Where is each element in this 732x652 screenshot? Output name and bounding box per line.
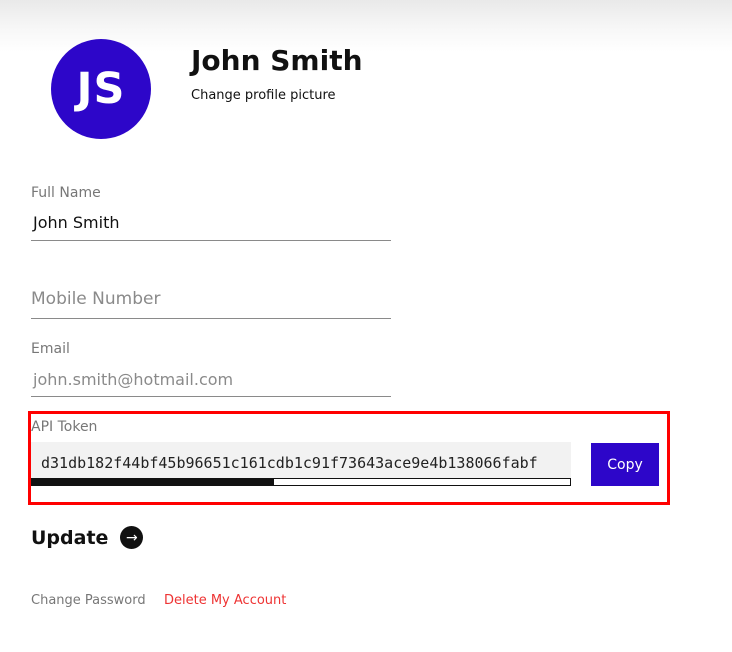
api-token-field[interactable]: d31db182f44bf45b96651c161cdb1c91f73643ac… (31, 442, 571, 478)
avatar[interactable]: JS (51, 39, 151, 139)
delete-account-link[interactable]: Delete My Account (164, 593, 286, 608)
api-token-scrollbar[interactable] (31, 478, 571, 486)
email-input[interactable]: john.smith@hotmail.com (33, 370, 389, 389)
avatar-initials: JS (76, 64, 126, 114)
arrow-right-icon: → (120, 526, 144, 549)
full-name-input[interactable]: John Smith (33, 213, 389, 232)
api-token-scrollbar-thumb[interactable] (32, 479, 275, 485)
mobile-number-underline (31, 318, 391, 319)
full-name-underline (31, 240, 391, 241)
full-name-label: Full Name (31, 185, 101, 201)
mobile-number-input[interactable]: Mobile Number (31, 289, 160, 309)
change-password-link[interactable]: Change Password (31, 593, 146, 608)
update-button[interactable]: Update → (31, 526, 144, 549)
api-token-label: API Token (31, 419, 98, 435)
update-label: Update (31, 526, 109, 549)
profile-name: John Smith (191, 44, 363, 77)
copy-button[interactable]: Copy (591, 443, 659, 486)
change-profile-picture-link[interactable]: Change profile picture (191, 88, 336, 103)
email-label: Email (31, 341, 70, 357)
email-underline (31, 396, 391, 397)
